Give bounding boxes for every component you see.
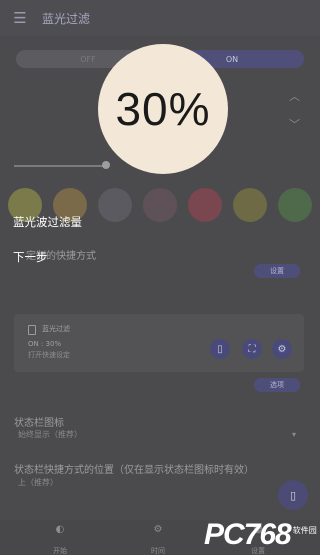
page-title: 蓝光过滤 xyxy=(42,11,91,26)
card-status: ON : 30% xyxy=(28,340,62,348)
color-swatch-yellow[interactable] xyxy=(233,188,267,222)
status-icon-label: 状态栏图标 xyxy=(14,418,64,429)
status-position-value[interactable]: 上（推荐） xyxy=(18,477,58,488)
screen-icon[interactable]: ▯ xyxy=(210,339,230,359)
color-swatch-mauve[interactable] xyxy=(143,188,177,222)
nav-item-start[interactable]: ◐ 开始 xyxy=(30,524,90,555)
fullscreen-icon[interactable]: ⛶ xyxy=(242,339,262,359)
tutorial-heading: 蓝光波过滤量 xyxy=(13,215,82,229)
quick-toggle-fab[interactable]: ▯ xyxy=(278,480,308,510)
increase-arrow-icon[interactable]: ︿ xyxy=(289,88,300,104)
status-position-label: 状态栏快捷方式的位置（仅在显示状态栏图标时有效） xyxy=(14,465,254,476)
menu-icon[interactable]: ☰ xyxy=(6,0,34,36)
watermark-logo: PC768 软件园 xyxy=(204,520,317,550)
options-button[interactable]: 选项 xyxy=(254,378,300,392)
app-bar: ☰ 蓝光过滤 xyxy=(0,0,320,36)
opacity-value: 30% xyxy=(115,83,211,135)
phone-icon xyxy=(28,325,36,335)
gear-icon[interactable]: ⚙ xyxy=(272,339,292,359)
opacity-slider-thumb[interactable] xyxy=(102,161,110,169)
watermark-brand: PC768 xyxy=(204,518,292,551)
opacity-spotlight: 30% xyxy=(98,44,228,174)
tutorial-next-button[interactable]: 下一步 xyxy=(13,249,48,265)
opacity-slider-track[interactable] xyxy=(14,165,106,167)
gear-icon: ⚙ xyxy=(153,524,163,535)
status-icon-value[interactable]: 始终显示（推荐） xyxy=(18,429,82,440)
color-swatch-gray[interactable] xyxy=(98,188,132,222)
decrease-arrow-icon[interactable]: ﹀ xyxy=(289,116,300,132)
color-swatch-green[interactable] xyxy=(278,188,312,222)
nav-item-time[interactable]: ⚙ 时间 xyxy=(128,524,188,555)
contrast-icon: ◐ xyxy=(55,524,65,535)
color-swatch-red[interactable] xyxy=(188,188,222,222)
card-hint: 打开快速设定 xyxy=(28,351,70,359)
status-icon-caret-icon[interactable]: ▾ xyxy=(292,430,296,439)
card-title: 蓝光过滤 xyxy=(42,325,70,333)
notification-preview-card: 蓝光过滤 ON : 30% 打开快速设定 ▯ ⛶ ⚙ xyxy=(14,314,304,372)
watermark-sub: 软件园 xyxy=(292,526,317,535)
shortcut-set-button[interactable]: 设置 xyxy=(254,264,300,278)
